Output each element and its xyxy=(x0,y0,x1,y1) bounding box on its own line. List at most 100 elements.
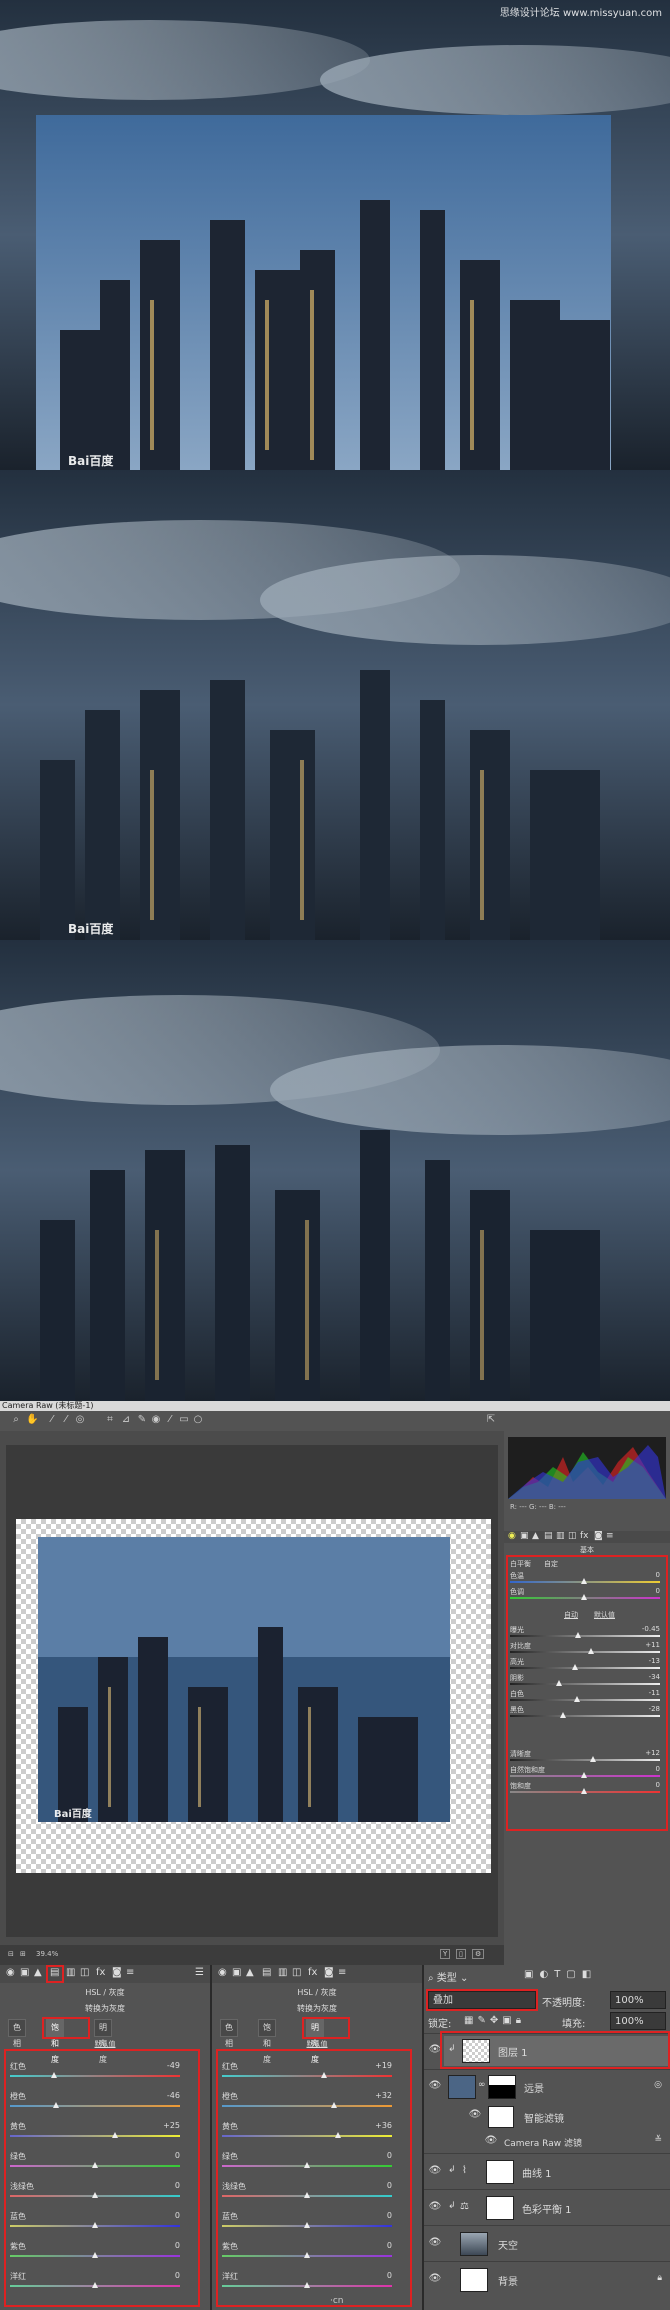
slider-track[interactable] xyxy=(510,1635,660,1637)
slider-value[interactable]: 0 xyxy=(387,2211,392,2220)
basic-slider-1[interactable]: 色调 0 xyxy=(508,1587,662,1603)
fx-icon[interactable]: fx xyxy=(96,1967,105,1978)
auto-link[interactable]: 自动 xyxy=(564,1610,578,1620)
convert-grayscale[interactable]: 转换为灰度 xyxy=(0,2003,210,2014)
basic-slider-0[interactable]: 色温 0 xyxy=(508,1571,662,1587)
slider-value[interactable]: 0 xyxy=(175,2151,180,2160)
hsl-slider-4[interactable]: 浅绿色 0 xyxy=(10,2181,180,2207)
slider-knob[interactable] xyxy=(581,1772,587,1778)
type-filter-icon[interactable]: T xyxy=(554,1969,566,1980)
default-link[interactable]: 默认值 xyxy=(212,2039,422,2049)
zoom-plus-icon[interactable]: ⊞ xyxy=(20,1950,26,1958)
spot-removal-icon[interactable]: ✎ xyxy=(136,1414,148,1426)
fx-icon[interactable]: fx xyxy=(308,1967,317,1978)
slider-track[interactable] xyxy=(222,2135,392,2137)
eye-icon[interactable]: 👁︎ xyxy=(428,2201,442,2215)
export-icon[interactable]: ⇱ xyxy=(485,1414,497,1426)
slider-value[interactable]: +32 xyxy=(375,2091,392,2100)
slider-value[interactable]: 0 xyxy=(387,2181,392,2190)
camera-icon[interactable]: ◙ xyxy=(324,1967,334,1978)
lens-icon[interactable]: ◫ xyxy=(568,1531,577,1541)
slider-knob[interactable] xyxy=(304,2222,310,2228)
basic-panel-icon[interactable]: ◉ xyxy=(508,1531,516,1541)
slider-value[interactable]: 0 xyxy=(387,2241,392,2250)
slider-value[interactable]: -34 xyxy=(649,1673,660,1681)
slider-track[interactable] xyxy=(510,1759,660,1761)
hsl-slider-0[interactable]: 红色 -49 xyxy=(10,2061,180,2087)
slider-knob[interactable] xyxy=(51,2072,58,2078)
lock-all-icon[interactable]: 🔒︎ xyxy=(516,2015,525,2026)
slider-value[interactable]: -49 xyxy=(167,2061,180,2070)
hsl-slider-3[interactable]: 绿色 0 xyxy=(222,2151,392,2177)
slider-knob[interactable] xyxy=(331,2102,338,2108)
layer-row[interactable]: 👁︎ 天空 xyxy=(424,2225,670,2262)
compare-icon[interactable]: ▯ xyxy=(456,1949,466,1959)
slider-value[interactable]: 0 xyxy=(175,2241,180,2250)
tab-hue[interactable]: 色相 xyxy=(8,2019,26,2048)
slider-track[interactable] xyxy=(510,1651,660,1653)
detail-icon[interactable]: ▲ xyxy=(246,1967,254,1978)
lens-icon[interactable]: ◫ xyxy=(80,1967,89,1978)
slider-knob[interactable] xyxy=(581,1788,587,1794)
hsl-slider-1[interactable]: 橙色 +32 xyxy=(222,2091,392,2117)
shape-filter-icon[interactable]: ▢ xyxy=(566,1969,581,1980)
slider-track[interactable] xyxy=(10,2135,180,2137)
tone-curve-icon[interactable]: ▣ xyxy=(232,1967,241,1978)
zoom-icon[interactable]: ⌕ xyxy=(10,1414,22,1426)
slider-value[interactable]: +36 xyxy=(375,2121,392,2130)
color-sampler-icon[interactable]: ⁄ xyxy=(60,1414,72,1426)
slider-knob[interactable] xyxy=(92,2282,98,2288)
basic-slider-4[interactable]: 高光 -13 xyxy=(508,1657,662,1673)
basic-slider-5[interactable]: 阴影 -34 xyxy=(508,1673,662,1689)
filter-options-icon[interactable]: ≚ xyxy=(654,2135,662,2145)
eye-icon[interactable]: 👁︎ xyxy=(428,2273,442,2287)
hsl-slider-2[interactable]: 黄色 +36 xyxy=(222,2121,392,2147)
slider-knob[interactable] xyxy=(92,2192,98,2198)
hsl-icon[interactable]: ▤ xyxy=(262,1967,271,1978)
layer-row[interactable]: 👁︎ 智能滤镜 xyxy=(424,2103,670,2131)
split-toning-icon[interactable]: ▥ xyxy=(556,1531,565,1541)
presets-icon[interactable]: ≡ xyxy=(126,1967,134,1978)
layer-row[interactable]: 👁︎ 背景 🔒︎ xyxy=(424,2261,670,2298)
hsl-slider-0[interactable]: 红色 +19 xyxy=(222,2061,392,2087)
eye-icon[interactable]: 👁︎ xyxy=(428,2237,442,2251)
slider-knob[interactable] xyxy=(304,2282,310,2288)
adjust-filter-icon[interactable]: ◐ xyxy=(539,1969,554,1980)
tab-luminance[interactable]: 明亮度 xyxy=(94,2019,112,2064)
slider-value[interactable]: -11 xyxy=(649,1689,660,1697)
hsl-icon[interactable]: ▤ xyxy=(544,1531,553,1541)
slider-track[interactable] xyxy=(510,1667,660,1669)
slider-track[interactable] xyxy=(510,1715,660,1717)
hsl-slider-6[interactable]: 紫色 0 xyxy=(10,2241,180,2267)
slider-knob[interactable] xyxy=(581,1594,587,1600)
camera-icon[interactable]: ◙ xyxy=(594,1531,603,1541)
slider-value[interactable]: 0 xyxy=(387,2151,392,2160)
tab-saturation[interactable]: 饱和度 xyxy=(258,2019,276,2064)
pixel-filter-icon[interactable]: ▣ xyxy=(524,1969,539,1980)
eye-icon[interactable]: 👁︎ xyxy=(428,2165,442,2179)
slider-track[interactable] xyxy=(510,1699,660,1701)
redeye-icon[interactable]: ◉ xyxy=(150,1414,162,1426)
basic-slider-2[interactable]: 曝光 -0.45 xyxy=(508,1625,662,1641)
basic-panel-icon[interactable]: ◉ xyxy=(218,1967,227,1978)
slider-knob[interactable] xyxy=(555,1680,562,1686)
slider-value[interactable]: -13 xyxy=(649,1657,660,1665)
slider-knob[interactable] xyxy=(112,2132,119,2138)
crop-icon[interactable]: ⌗ xyxy=(104,1414,116,1426)
hsl-slider-7[interactable]: 洋红 0 xyxy=(10,2271,180,2297)
slider-value[interactable]: 0 xyxy=(175,2181,180,2190)
smart-filter-icon[interactable]: ◧ xyxy=(582,1969,597,1980)
slider-track[interactable] xyxy=(222,2075,392,2077)
basic-slider-7[interactable]: 黑色 -28 xyxy=(508,1705,662,1721)
slider-value[interactable]: -0.45 xyxy=(642,1625,660,1633)
basic-slider-8[interactable]: 清晰度 +12 xyxy=(508,1749,662,1765)
slider-knob[interactable] xyxy=(572,1664,579,1670)
slider-knob[interactable] xyxy=(575,1632,582,1638)
slider-value[interactable]: 0 xyxy=(656,1781,660,1789)
slider-track[interactable] xyxy=(10,2105,180,2107)
default-link[interactable]: 默认值 xyxy=(0,2039,210,2049)
presets-icon[interactable]: ≡ xyxy=(338,1967,346,1978)
layer-row[interactable]: 👁︎ ↲ ⚖ 色彩平衡 1 xyxy=(424,2189,670,2226)
slider-value[interactable]: 0 xyxy=(656,1571,660,1579)
hsl-slider-1[interactable]: 橙色 -46 xyxy=(10,2091,180,2117)
